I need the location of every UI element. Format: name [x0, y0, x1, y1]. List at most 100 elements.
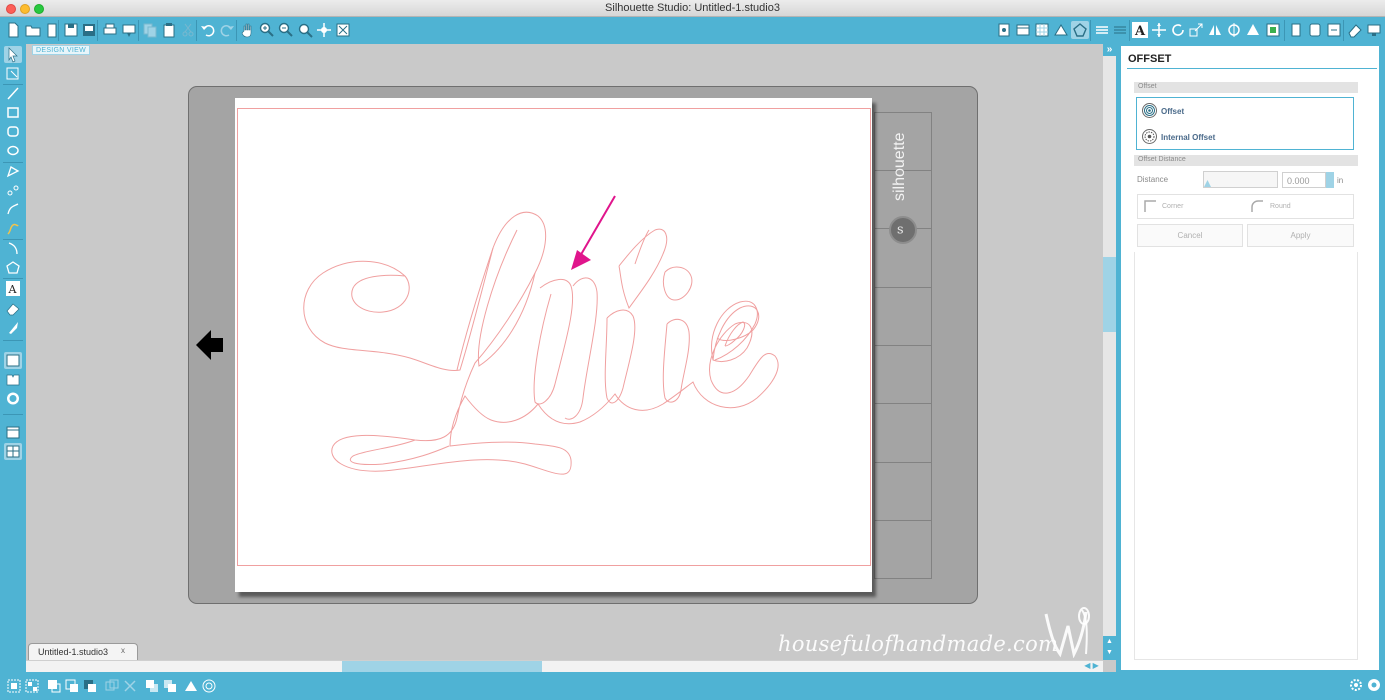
cancel-button[interactable]: Cancel — [1137, 224, 1243, 247]
undo-icon[interactable] — [199, 21, 217, 39]
save-to-library-icon[interactable] — [80, 21, 98, 39]
line-tool-icon[interactable] — [4, 85, 22, 102]
delete-icon[interactable] — [121, 677, 139, 695]
annotation-arrow-icon — [571, 195, 616, 270]
transform-icon[interactable] — [1150, 21, 1168, 39]
trace-icon[interactable] — [1306, 21, 1324, 39]
round-style-label[interactable]: Round — [1270, 203, 1291, 210]
select-arrow-icon[interactable] — [4, 46, 22, 63]
ungroup-icon[interactable] — [23, 677, 41, 695]
polygon-tool-icon[interactable] — [4, 163, 22, 180]
eraser-icon[interactable] — [1346, 21, 1364, 39]
zoom-out-icon[interactable] — [277, 21, 295, 39]
text-style-icon[interactable]: A — [1131, 21, 1149, 39]
design-view-label: DESIGN VIEW — [32, 45, 90, 55]
distance-input[interactable]: 0.000 — [1282, 172, 1326, 188]
drag-zoom-icon[interactable] — [315, 21, 333, 39]
horizontal-scroll-thumb[interactable] — [342, 661, 542, 672]
lilie-shape[interactable] — [235, 98, 872, 592]
expand-panel-icon[interactable]: » — [1103, 44, 1116, 56]
rotate-icon[interactable] — [1169, 21, 1187, 39]
offset-distance-section-header: Offset Distance — [1134, 155, 1358, 166]
replicate-icon[interactable] — [1244, 21, 1262, 39]
distance-slider[interactable] — [1203, 171, 1278, 188]
cut-scissors-icon[interactable] — [179, 21, 197, 39]
zoom-in-icon[interactable] — [258, 21, 276, 39]
rectangle-tool-icon[interactable] — [4, 104, 22, 121]
design-view-icon[interactable] — [4, 352, 22, 369]
zoom-selection-icon[interactable] — [296, 21, 314, 39]
split-window-icon[interactable] — [4, 443, 22, 460]
modify-icon[interactable] — [1264, 21, 1282, 39]
copy-icon[interactable] — [141, 21, 159, 39]
vertical-scroll-thumb[interactable] — [1103, 257, 1116, 332]
smooth-freehand-icon[interactable] — [4, 240, 22, 257]
align-icon[interactable] — [1225, 21, 1243, 39]
rounded-rectangle-tool-icon[interactable] — [4, 123, 22, 140]
vertical-scroll-arrows-icon[interactable]: ▲ ▼ — [1103, 636, 1116, 660]
watermark-text: housefulofhandmade.com — [778, 632, 1059, 656]
freehand-tool-icon[interactable] — [4, 220, 22, 237]
line-style-icon[interactable] — [1093, 21, 1111, 39]
send-to-silhouette-icon[interactable] — [1052, 21, 1070, 39]
mat-grid-line — [874, 520, 932, 521]
new-document-icon[interactable] — [4, 21, 22, 39]
round-style-icon[interactable] — [1250, 199, 1264, 213]
make-compound-path-icon[interactable] — [45, 677, 63, 695]
text-tool-icon[interactable]: A — [4, 280, 22, 297]
fill-color-icon[interactable] — [1111, 21, 1129, 39]
send-icon[interactable] — [1365, 21, 1383, 39]
weld-icon[interactable] — [143, 677, 161, 695]
edit-points-icon[interactable] — [4, 65, 22, 82]
print-cut-icon[interactable] — [120, 21, 138, 39]
offset-window-icon[interactable] — [200, 677, 218, 695]
offset-option-icon[interactable] — [1142, 103, 1157, 118]
paste-icon[interactable] — [160, 21, 178, 39]
duplicate-icon[interactable] — [103, 677, 121, 695]
tab-close-button[interactable]: x — [121, 646, 125, 655]
pan-hand-icon[interactable] — [239, 21, 257, 39]
distance-stepper[interactable] — [1326, 172, 1334, 188]
corner-style-icon[interactable] — [1143, 199, 1157, 213]
redo-icon[interactable] — [218, 21, 236, 39]
knife-tool-icon[interactable] — [4, 319, 22, 336]
print-icon[interactable] — [101, 21, 119, 39]
fit-to-page-icon[interactable] — [334, 21, 352, 39]
grid-settings-icon[interactable] — [1033, 21, 1051, 39]
open-folder-icon[interactable] — [24, 21, 42, 39]
vertical-scrollbar[interactable] — [1103, 44, 1116, 660]
offset-tool-icon[interactable] — [1071, 21, 1089, 39]
trace-window-icon[interactable] — [182, 677, 200, 695]
online-store-icon[interactable] — [4, 390, 22, 407]
horizontal-scroll-arrows-icon[interactable]: ◀ ▶ — [1080, 661, 1103, 672]
page-setup-icon[interactable] — [995, 21, 1013, 39]
mirror-icon[interactable] — [1206, 21, 1224, 39]
scale-icon[interactable] — [1187, 21, 1205, 39]
curve-tool-icon[interactable] — [4, 182, 22, 199]
subtract-icon[interactable] — [161, 677, 179, 695]
internal-offset-option-icon[interactable] — [1142, 129, 1157, 144]
pentagon-tool-icon[interactable] — [4, 259, 22, 276]
apply-button[interactable]: Apply — [1247, 224, 1354, 247]
mat-grid-line — [874, 287, 932, 288]
preferences-icon[interactable] — [1366, 677, 1382, 693]
lilie-artwork[interactable] — [235, 98, 872, 592]
single-window-icon[interactable] — [4, 424, 22, 441]
eraser-tool-icon[interactable] — [4, 300, 22, 317]
offset-option-label[interactable]: Offset — [1161, 107, 1184, 116]
group-icon[interactable] — [5, 677, 23, 695]
release-compound-path-icon[interactable] — [63, 677, 81, 695]
gear-icon[interactable] — [1348, 677, 1364, 693]
ellipse-tool-icon[interactable] — [4, 142, 22, 159]
library-view-icon[interactable] — [4, 371, 22, 388]
save-icon[interactable] — [62, 21, 80, 39]
arc-tool-icon[interactable] — [4, 201, 22, 218]
cut-settings-icon[interactable] — [1325, 21, 1343, 39]
knife-icon[interactable] — [1287, 21, 1305, 39]
horizontal-scrollbar[interactable] — [26, 660, 1103, 672]
registration-marks-icon[interactable] — [1014, 21, 1032, 39]
internal-offset-option-label[interactable]: Internal Offset — [1161, 133, 1215, 142]
panel-title: OFFSET — [1128, 53, 1172, 65]
bring-to-front-icon[interactable] — [81, 677, 99, 695]
corner-style-label[interactable]: Corner — [1162, 203, 1183, 210]
